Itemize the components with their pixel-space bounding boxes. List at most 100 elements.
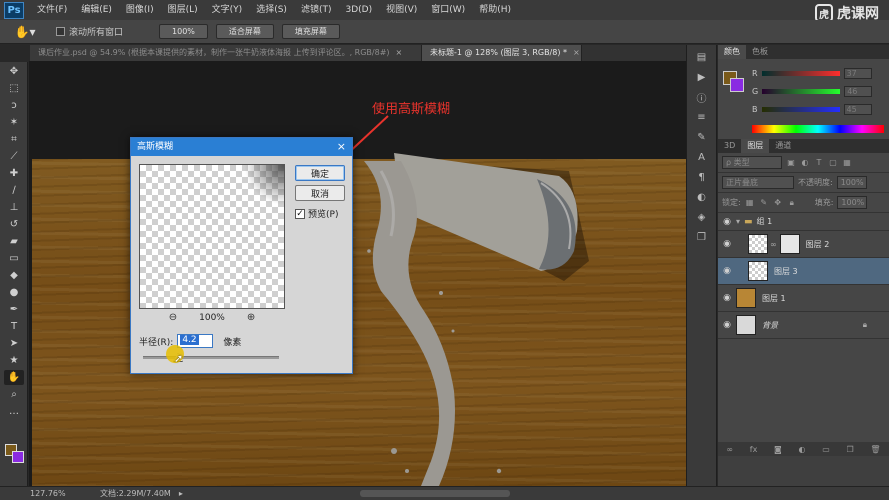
lock-transparency-icon[interactable]: ▦ xyxy=(745,198,755,208)
history-brush-tool-icon[interactable]: ↺ xyxy=(4,217,24,232)
info-icon[interactable]: ⓘ xyxy=(691,89,713,105)
ok-button[interactable]: 确定 xyxy=(295,165,345,181)
background-color-swatch[interactable] xyxy=(12,451,24,463)
background-color-swatch[interactable] xyxy=(730,78,744,92)
magic-wand-tool-icon[interactable]: ✶ xyxy=(4,115,24,130)
filter-shape-icon[interactable]: ▢ xyxy=(828,158,838,168)
eye-icon[interactable]: ◉ xyxy=(718,239,736,249)
menu-3d[interactable]: 3D(D) xyxy=(338,0,379,20)
disclosure-triangle-icon[interactable]: ▾ xyxy=(736,217,740,226)
fx-icon[interactable]: fx xyxy=(750,445,758,454)
eraser-tool-icon[interactable]: ▰ xyxy=(4,234,24,249)
dialog-title-bar[interactable]: 高斯模糊 × xyxy=(131,138,352,156)
new-group-icon[interactable]: ▭ xyxy=(822,445,830,454)
character-icon[interactable]: A xyxy=(691,149,713,165)
red-slider[interactable]: R 37 xyxy=(752,67,884,79)
filter-type-icon[interactable]: T xyxy=(814,158,824,168)
trash-icon[interactable]: 🗑︎ xyxy=(870,445,880,454)
eye-icon[interactable]: ◉ xyxy=(718,320,736,330)
opacity-input[interactable]: 100% xyxy=(836,176,867,189)
hand-tool-icon[interactable]: ✋ xyxy=(4,370,24,385)
clone-stamp-tool-icon[interactable]: ⊥ xyxy=(4,200,24,215)
layer-row-layer-2[interactable]: ◉ ∞ 图层 2 xyxy=(718,231,889,258)
menu-window[interactable]: 窗口(W) xyxy=(424,0,472,20)
path-selection-tool-icon[interactable]: ➤ xyxy=(4,336,24,351)
adjustment-layer-icon[interactable]: ◐ xyxy=(799,445,806,454)
pen-tool-icon[interactable]: ✒ xyxy=(4,302,24,317)
close-icon[interactable]: × xyxy=(573,45,580,61)
eye-icon[interactable]: ◉ xyxy=(718,293,736,303)
gradient-tool-icon[interactable]: ▭ xyxy=(4,251,24,266)
blend-mode-select[interactable]: 正片叠底 xyxy=(722,176,794,189)
zoom-in-icon[interactable]: ⊕ xyxy=(247,312,255,323)
blue-value[interactable]: 45 xyxy=(843,103,872,115)
kind-filter-select[interactable]: ρ 类型 xyxy=(722,156,782,169)
filter-preview[interactable] xyxy=(139,164,285,309)
crop-tool-icon[interactable]: ⌗ xyxy=(4,132,24,147)
healing-brush-tool-icon[interactable]: ✚ xyxy=(4,166,24,181)
horizontal-scrollbar[interactable] xyxy=(360,490,510,497)
history-icon[interactable]: ▤ xyxy=(691,49,713,65)
tab-channels[interactable]: 通道 xyxy=(769,139,797,153)
actions-icon[interactable]: ▶ xyxy=(691,69,713,85)
layer-mask-thumbnail[interactable] xyxy=(779,234,800,254)
paragraph-icon[interactable]: ¶ xyxy=(691,169,713,185)
radius-input[interactable]: 4.2 xyxy=(177,334,214,348)
tab-swatches[interactable]: 色板 xyxy=(746,45,774,59)
preview-checkbox[interactable]: ✓ 预览(P) xyxy=(295,207,338,220)
menu-select[interactable]: 选择(S) xyxy=(249,0,294,20)
zoom-level[interactable]: 127.76% xyxy=(0,489,66,498)
scroll-all-windows-checkbox[interactable]: 滚动所有窗口 xyxy=(56,25,123,38)
checkbox-box[interactable]: ✓ xyxy=(295,208,305,219)
zoom-out-icon[interactable]: ⊖ xyxy=(169,312,177,323)
lock-position-icon[interactable]: ✥ xyxy=(773,198,783,208)
fill-screen-button[interactable]: 填充屏幕 xyxy=(281,24,340,39)
blue-slider[interactable]: B 45 xyxy=(752,103,884,115)
green-slider[interactable]: G 46 xyxy=(752,85,884,97)
tab-color[interactable]: 颜色 xyxy=(718,45,746,59)
tab-3d[interactable]: 3D xyxy=(718,139,741,153)
tab-homework-psd[interactable]: 课后作业.psd @ 54.9% (根据本课提供的素材，制作一张牛奶液体海报 上… xyxy=(30,45,422,61)
shape-tool-icon[interactable]: ★ xyxy=(4,353,24,368)
fill-input[interactable]: 100% xyxy=(837,196,868,209)
close-icon[interactable]: × xyxy=(396,45,403,61)
green-value[interactable]: 46 xyxy=(844,85,873,97)
tab-untitled-1[interactable]: 未标题-1 @ 128% (图层 3, RGB/8) * × xyxy=(422,45,582,61)
lasso-tool-icon[interactable]: ↄ xyxy=(4,98,24,113)
menu-view[interactable]: 视图(V) xyxy=(379,0,424,20)
layer-row-group-1[interactable]: ◉ ▾ ▬ 组 1 xyxy=(718,213,889,231)
lock-pixels-icon[interactable]: ✎ xyxy=(759,198,769,208)
adjustments-icon[interactable]: ◐ xyxy=(691,189,713,205)
eyedropper-tool-icon[interactable]: ⟋ xyxy=(4,149,24,164)
lock-all-icon[interactable]: 🔒︎ xyxy=(787,198,797,208)
layer-row-background[interactable]: ◉ 背景 🔒︎ xyxy=(718,312,889,339)
checkbox-box[interactable] xyxy=(56,27,65,36)
menu-help[interactable]: 帮助(H) xyxy=(472,0,518,20)
close-icon[interactable]: × xyxy=(337,138,346,156)
menu-type[interactable]: 文字(Y) xyxy=(205,0,250,20)
menu-layer[interactable]: 图层(L) xyxy=(161,0,205,20)
filter-adjustment-icon[interactable]: ◐ xyxy=(800,158,810,168)
eye-icon[interactable]: ◉ xyxy=(718,217,736,227)
color-spectrum-bar[interactable] xyxy=(752,125,884,133)
marquee-tool-icon[interactable]: ⬚ xyxy=(4,81,24,96)
brush-tool-icon[interactable]: ∕ xyxy=(4,183,24,198)
new-layer-icon[interactable]: ❐ xyxy=(847,445,854,454)
layer-row-layer-3[interactable]: ◉ 图层 3 xyxy=(718,258,889,285)
menu-edit[interactable]: 编辑(E) xyxy=(74,0,119,20)
add-mask-icon[interactable]: ◙ xyxy=(774,445,782,454)
fit-screen-button[interactable]: 适合屏幕 xyxy=(215,24,274,39)
tab-layers[interactable]: 图层 xyxy=(741,139,770,153)
filter-smart-icon[interactable]: ▦ xyxy=(842,158,852,168)
brush-panel-icon[interactable]: ✎ xyxy=(691,129,713,145)
layer-comps-icon[interactable]: ❐ xyxy=(691,229,713,245)
radius-slider-track[interactable] xyxy=(143,356,279,359)
properties-icon[interactable]: ≡ xyxy=(691,109,713,125)
zoom-tool-icon[interactable]: ⌕ xyxy=(4,387,24,402)
link-layers-icon[interactable]: ∞ xyxy=(726,445,733,454)
hand-tool-icon[interactable]: ✋▾ xyxy=(14,23,36,41)
status-menu-icon[interactable]: ▸ xyxy=(179,489,183,498)
move-tool-icon[interactable]: ✥ xyxy=(4,64,24,79)
dodge-tool-icon[interactable]: ● xyxy=(4,285,24,300)
cancel-button[interactable]: 取消 xyxy=(295,185,345,201)
